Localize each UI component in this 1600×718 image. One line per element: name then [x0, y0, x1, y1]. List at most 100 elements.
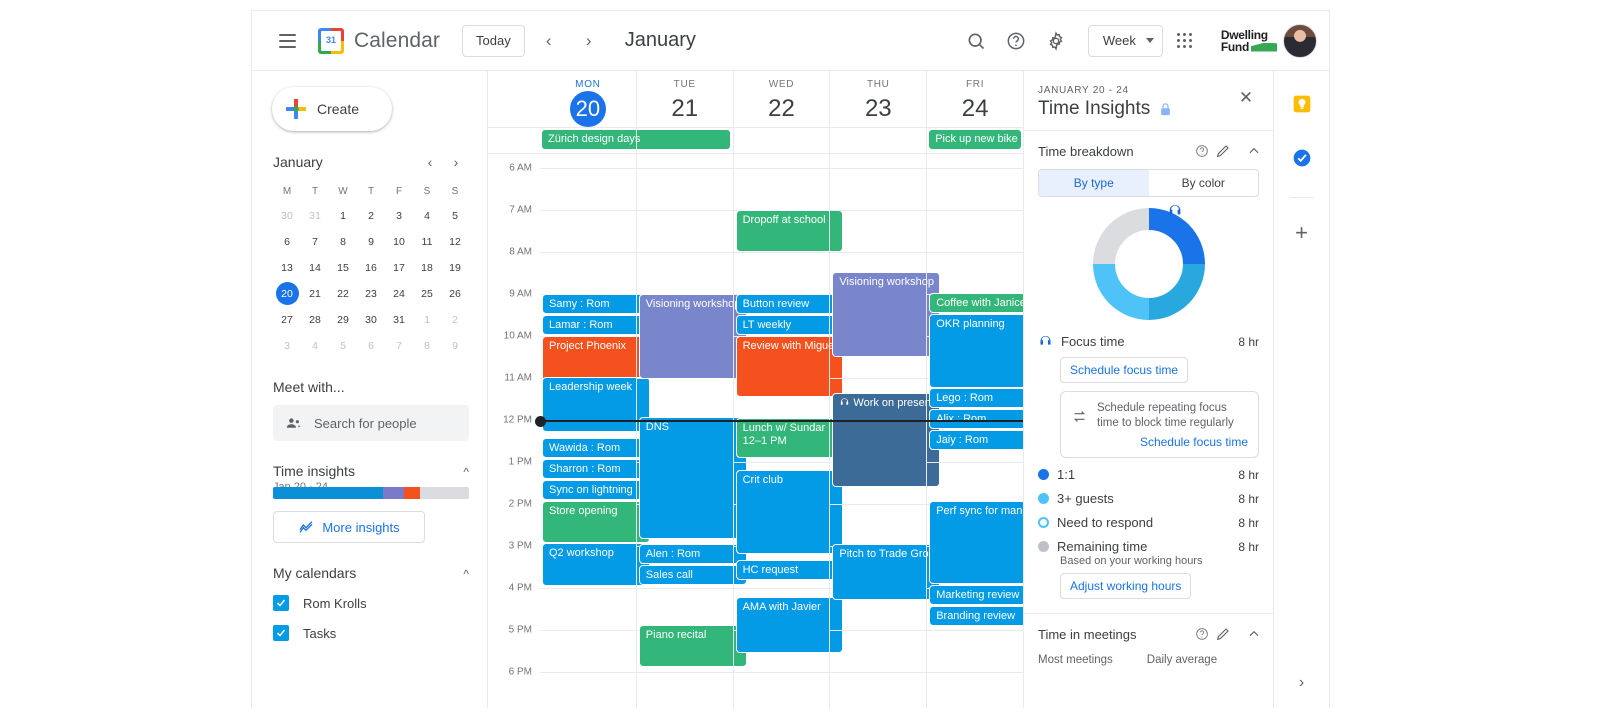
account-chip[interactable]: Dwelling Fund [1213, 21, 1319, 61]
calendar-event[interactable]: Pitch to Trade Group [832, 544, 941, 600]
time-insights-collapse-icon[interactable]: ^ [463, 463, 469, 479]
calendar-event[interactable]: Dropoff at school [735, 210, 844, 252]
mini-calendar-day[interactable]: 5 [329, 334, 357, 357]
mini-calendar-day[interactable]: 2 [441, 308, 469, 331]
checkbox-icon[interactable] [273, 625, 289, 641]
mini-calendar-day[interactable]: 9 [441, 334, 469, 357]
calendar-event[interactable]: Alix : Rom [929, 409, 1023, 429]
adjust-working-hours-button[interactable]: Adjust working hours [1060, 573, 1192, 599]
view-selector[interactable]: Week [1087, 24, 1163, 57]
mini-calendar-day[interactable]: 20 [275, 282, 299, 305]
more-insights-button[interactable]: More insights [273, 511, 425, 543]
calendar-event[interactable]: Lunch w/ Sundar 12–1 PM [735, 418, 844, 458]
mini-calendar-day[interactable]: 27 [273, 308, 301, 331]
mini-calendar-day[interactable]: 17 [385, 256, 413, 279]
mini-calendar-day[interactable]: 31 [385, 308, 413, 331]
avatar[interactable] [1283, 23, 1317, 58]
my-calendars-collapse-icon[interactable]: ^ [463, 565, 469, 581]
calendar-event[interactable]: Coffee with Janice [929, 293, 1023, 313]
calendar-list-item[interactable]: Rom Krolls [273, 595, 469, 611]
calendar-event[interactable]: Perf sync for man [929, 501, 1023, 584]
mini-calendar-day[interactable]: 9 [357, 230, 385, 253]
calendar-event[interactable]: Lego : Rom [929, 388, 1023, 408]
day-header-number[interactable]: 21 [637, 91, 733, 127]
mini-calendar-day[interactable]: 15 [329, 256, 357, 279]
edit-meetings-icon[interactable] [1215, 626, 1231, 642]
mini-calendar-day[interactable]: 30 [273, 204, 301, 227]
calendar-event[interactable]: Leadership week [542, 377, 650, 432]
calendar-event[interactable]: Work on presentation [832, 393, 941, 487]
calendar-event[interactable]: Samy : Rom [542, 294, 650, 314]
day-header-number[interactable]: 23 [830, 91, 926, 127]
checkbox-icon[interactable] [273, 595, 289, 611]
mini-calendar-next-icon[interactable]: › [443, 149, 469, 175]
mini-calendar-day[interactable]: 10 [385, 230, 413, 253]
all-day-cell[interactable] [829, 128, 926, 153]
day-header-number[interactable]: 24 [927, 91, 1023, 127]
close-icon[interactable]: ✕ [1233, 85, 1259, 111]
mini-calendar-day[interactable]: 12 [441, 230, 469, 253]
mini-calendar-day[interactable]: 13 [273, 256, 301, 279]
mini-calendar-day[interactable]: 4 [413, 204, 441, 227]
all-day-cell[interactable]: Pick up new bike [926, 128, 1023, 153]
calendar-event[interactable]: Store opening [542, 501, 650, 543]
all-day-cell[interactable] [732, 128, 830, 153]
calendar-event[interactable]: Sync on lightning [542, 480, 650, 500]
day-column[interactable]: Samy : Rom Lamar : Rom Project Phoenix Lead… [540, 154, 650, 708]
tab-by-color[interactable]: By color [1149, 170, 1259, 196]
calendar-event[interactable]: LT weekly [735, 315, 844, 335]
day-header[interactable]: FRI 24 [926, 71, 1023, 127]
calendar-event[interactable]: Visioning workshop [832, 272, 941, 357]
calendar-event[interactable]: Button review [735, 294, 844, 314]
calendar-event[interactable]: HC request [735, 560, 844, 580]
calendar-event[interactable]: AMA with Javier [735, 597, 844, 653]
day-header[interactable]: THU 23 [829, 71, 926, 127]
day-header[interactable]: MON 20 [540, 71, 636, 127]
edit-breakdown-icon[interactable] [1215, 143, 1231, 159]
mini-calendar-day[interactable]: 8 [329, 230, 357, 253]
calendar-event[interactable]: Marketing review [929, 585, 1023, 605]
mini-calendar-day[interactable]: 21 [301, 282, 329, 305]
mini-calendar-day[interactable]: 28 [301, 308, 329, 331]
keep-bulb-icon[interactable] [1287, 89, 1317, 119]
mini-calendar-day[interactable]: 4 [301, 334, 329, 357]
mini-calendar-day[interactable]: 7 [301, 230, 329, 253]
calendar-event[interactable]: Lamar : Rom [542, 315, 650, 335]
search-icon[interactable] [958, 23, 994, 59]
create-button[interactable]: Create [272, 87, 392, 131]
day-column[interactable]: Visioning workshop Work on presentation Pi… [829, 154, 941, 708]
calendar-event[interactable]: Piano recital [638, 625, 747, 667]
mini-calendar-day[interactable]: 22 [329, 282, 357, 305]
day-header[interactable]: TUE 21 [635, 71, 733, 127]
help-icon[interactable] [1195, 144, 1209, 158]
next-week-icon[interactable]: › [573, 25, 605, 57]
day-column[interactable]: Coffee with Janice OKR planning Lego : Rom… [926, 154, 1023, 708]
calendar-event[interactable]: OKR planning [929, 314, 1023, 388]
calendar-event[interactable]: Sales call [638, 565, 747, 585]
calendar-scroll-area[interactable]: 6 AM 7 AM 8 AM 9 AM 10 AM 11 AM 12 PM 1 PM 2 PM 3… [488, 154, 1023, 708]
help-icon[interactable] [998, 23, 1034, 59]
mini-calendar-day[interactable]: 23 [357, 282, 385, 305]
mini-calendar-day[interactable]: 11 [413, 230, 441, 253]
mini-calendar-day[interactable]: 1 [329, 204, 357, 227]
mini-calendar-day[interactable]: 6 [273, 230, 301, 253]
day-header-number[interactable]: 20 [569, 91, 606, 127]
gear-icon[interactable] [1038, 23, 1074, 59]
mini-calendar-day[interactable]: 3 [273, 334, 301, 357]
day-column[interactable]: Visioning workshop DNS Alen : Rom Sales cal… [635, 154, 747, 708]
plus-icon[interactable]: + [1295, 220, 1308, 246]
repeating-focus-cta[interactable]: Schedule focus time [1071, 435, 1248, 449]
calendar-event[interactable]: Sharron : Rom [542, 459, 650, 479]
mini-calendar-day[interactable]: 5 [441, 204, 469, 227]
collapse-meetings-icon[interactable] [1247, 627, 1261, 641]
mini-calendar-day[interactable]: 25 [413, 282, 441, 305]
apps-grid-icon[interactable] [1167, 23, 1203, 59]
collapse-breakdown-icon[interactable] [1247, 144, 1261, 158]
mini-calendar-day[interactable]: 24 [385, 282, 413, 305]
all-day-event[interactable]: Pick up new bike [929, 130, 1021, 149]
mini-calendar-day[interactable]: 19 [441, 256, 469, 279]
calendar-event[interactable]: Visioning workshop [638, 294, 747, 379]
prev-week-icon[interactable]: ‹ [533, 25, 565, 57]
mini-calendar-day[interactable]: 14 [301, 256, 329, 279]
mini-calendar-day[interactable]: 18 [413, 256, 441, 279]
